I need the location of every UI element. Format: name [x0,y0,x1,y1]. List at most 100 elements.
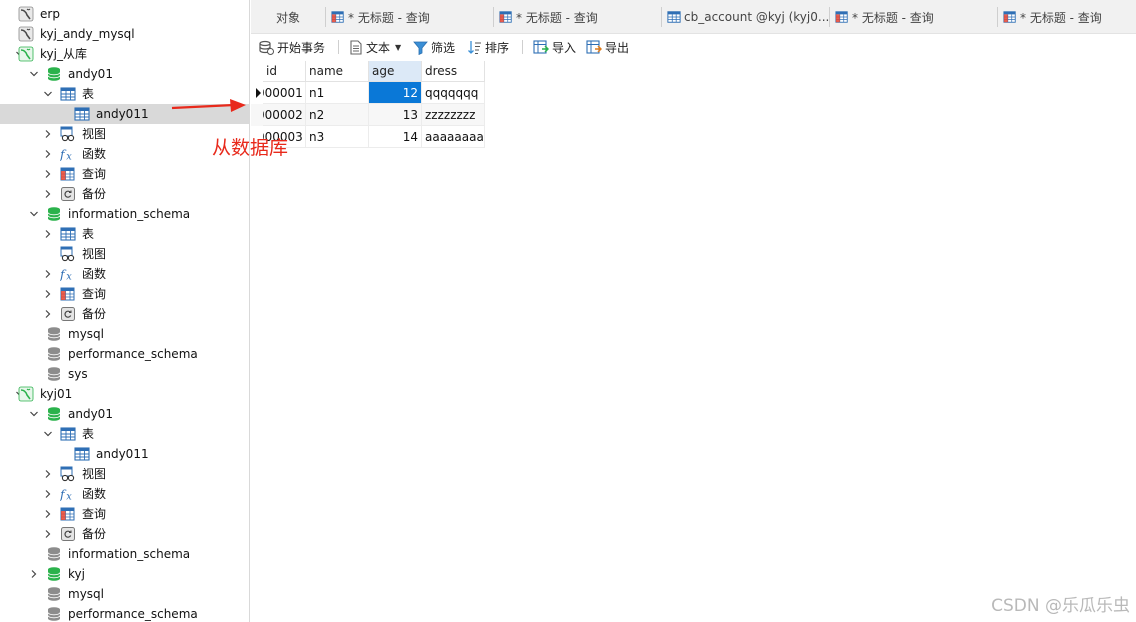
table-cell[interactable]: n2 [306,104,369,126]
tree-item[interactable]: kyj01 [0,384,249,404]
table-cell[interactable]: 12 [369,82,422,104]
row-selector[interactable] [251,82,263,104]
text-view-button[interactable]: 文本 ▼ [349,37,401,57]
tree-item[interactable]: performance_schema [0,604,249,622]
export-button[interactable]: 导出 [586,37,629,57]
table-cell[interactable]: qqqqqqq [422,82,485,104]
tree-item-label: kyj_andy_mysql [40,27,135,41]
tree-item[interactable]: andy01 [0,404,249,424]
row-selector[interactable] [251,104,263,126]
column-header[interactable]: id [263,61,306,82]
chevron-right-icon[interactable] [43,149,53,159]
tab-strip: 对象 * 无标题 - 查询 * 无标题 - 查询 cb_account @kyj (k… [251,0,1136,34]
import-button[interactable]: 导入 [533,37,576,57]
tree-item[interactable]: kyj_从库 [0,44,249,64]
tree-item[interactable]: 备份 [0,524,249,544]
tree-item[interactable]: information_schema [0,544,249,564]
chevron-down-icon[interactable] [43,429,53,439]
chevron-right-icon[interactable] [43,509,53,519]
chevron-right-icon[interactable] [43,489,53,499]
table-cell[interactable]: 000001 [263,82,306,104]
table-cell[interactable]: n1 [306,82,369,104]
chevron-down-icon[interactable] [29,209,39,219]
tree-item-label: 查询 [82,167,107,181]
tree-item[interactable]: f x 函数 [0,264,249,284]
chevron-right-icon[interactable] [43,269,53,279]
tab-divider [661,7,662,27]
tab[interactable]: * 无标题 - 查询 [997,4,1136,30]
database-icon [46,366,62,382]
table-icon [74,106,90,122]
tree-item[interactable]: 查询 [0,504,249,524]
tab-label: * 无标题 - 查询 [516,10,598,25]
chevron-right-icon[interactable] [43,309,53,319]
tree-item[interactable]: erp [0,4,249,24]
column-header[interactable]: dress [422,61,485,82]
database-icon [46,586,62,602]
chevron-right-icon[interactable] [43,289,53,299]
svg-text:x: x [66,151,72,162]
tree-item[interactable]: andy011 [0,444,249,464]
begin-transaction-button[interactable]: 开始事务 [259,37,325,57]
chevron-down-icon[interactable] [43,89,53,99]
tab-label: * 无标题 - 查询 [348,10,430,25]
chevron-right-icon[interactable] [43,529,53,539]
tree-item[interactable]: 表 [0,424,249,444]
text-view-label: 文本 [366,40,391,55]
tree-item[interactable]: kyj_andy_mysql [0,24,249,44]
svg-text:x: x [66,271,72,282]
begin-transaction-label: 开始事务 [277,40,326,55]
table-cell[interactable]: n3 [306,126,369,148]
table-cell[interactable]: aaaaaaaaa [422,126,485,148]
tree-item[interactable]: mysql [0,584,249,604]
filter-button[interactable]: 筛选 [413,37,455,57]
database-open-icon [46,406,62,422]
tree-item[interactable]: 查询 [0,284,249,304]
tree-item[interactable]: kyj [0,564,249,584]
dropdown-arrow-icon: ▼ [395,42,402,52]
tree-item[interactable]: 视图 [0,464,249,484]
tree-item-label: kyj [68,567,85,581]
export-label: 导出 [605,40,630,55]
tree-item-label: sys [68,367,88,381]
table-icon [74,446,90,462]
chevron-right-icon[interactable] [29,569,39,579]
chevron-right-icon[interactable] [43,169,53,179]
tree-item[interactable]: 查询 [0,164,249,184]
chevron-right-icon[interactable] [43,469,53,479]
tree-item[interactable]: 视图 [0,244,249,264]
tables-folder-icon [60,426,76,442]
tree-item[interactable]: information_schema [0,204,249,224]
chevron-right-icon[interactable] [43,189,53,199]
chevron-right-icon[interactable] [43,229,53,239]
tree-item-label: performance_schema [68,607,198,621]
views-icon [60,126,76,142]
tab[interactable]: * 无标题 - 查询 [493,4,661,30]
tree-item[interactable]: 备份 [0,304,249,324]
tree-item[interactable]: sys [0,364,249,384]
function-icon: fx [60,146,76,162]
tree-item[interactable]: f x 函数 [0,484,249,504]
tree-item[interactable]: performance_schema [0,344,249,364]
tree-item[interactable]: 备份 [0,184,249,204]
sort-button[interactable]: 排序 [467,37,509,57]
tree-item[interactable]: 表 [0,224,249,244]
column-header[interactable]: name [306,61,369,82]
chevron-right-icon[interactable] [43,129,53,139]
table-cell[interactable]: 14 [369,126,422,148]
table-cell[interactable]: 000002 [263,104,306,126]
toolbar-divider [522,40,523,54]
tab[interactable]: * 无标题 - 查询 [829,4,997,30]
tab[interactable]: cb_account @kyj (kyj0... [661,4,829,30]
column-header[interactable]: age [369,61,422,82]
table-cell[interactable]: zzzzzzzz [422,104,485,126]
table-cell[interactable]: 13 [369,104,422,126]
chevron-down-icon[interactable] [29,69,39,79]
query-icon [60,506,76,522]
tab[interactable]: * 无标题 - 查询 [325,4,493,30]
tree-item-label: 备份 [82,307,107,321]
tree-item[interactable]: mysql [0,324,249,344]
chevron-down-icon[interactable] [29,409,39,419]
tree-item[interactable]: andy01 [0,64,249,84]
tab[interactable]: 对象 [251,4,325,30]
